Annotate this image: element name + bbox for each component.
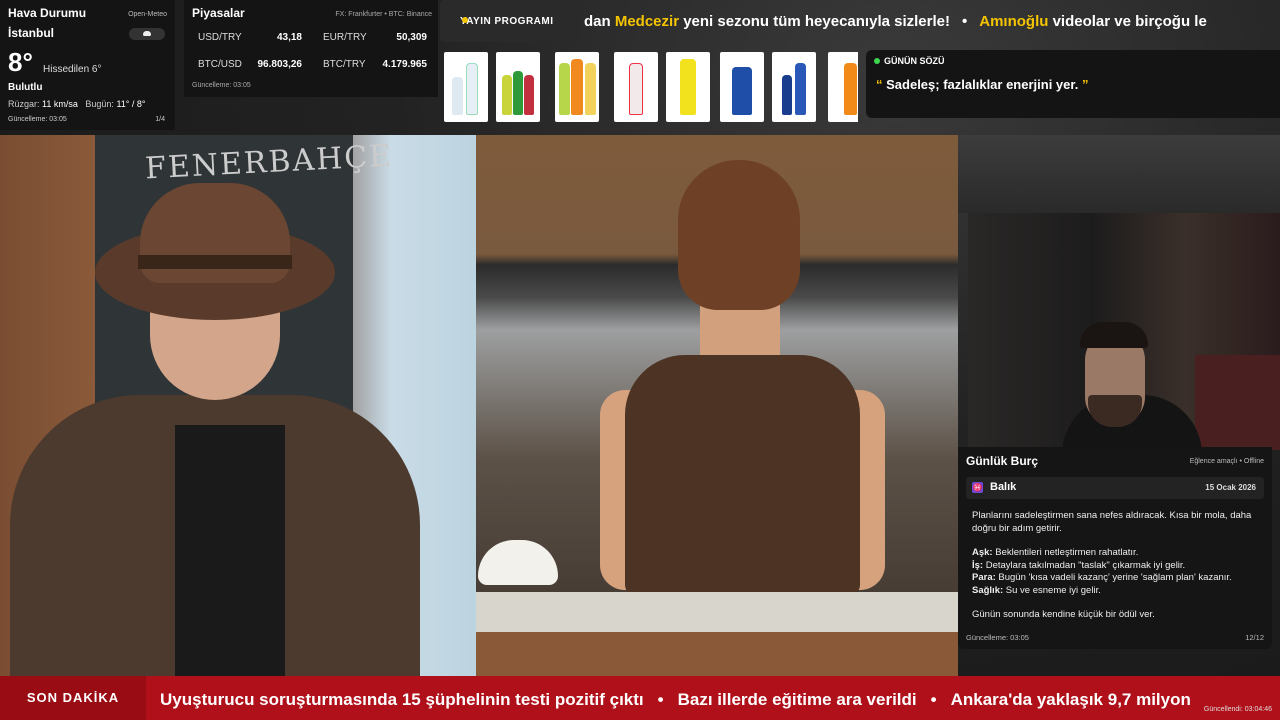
horoscope-body: Planlarını sadeleştirmen sana nefes aldı… (972, 510, 1262, 622)
news-item: Ankara'da yaklaşık 9,7 milyon (950, 690, 1191, 709)
product-bottle-image (614, 52, 658, 122)
weather-updated: Güncelleme: 03:05 (8, 116, 67, 123)
person-host-shirt (175, 425, 285, 676)
kitchen-counter-front (476, 632, 958, 676)
weather-feels-like: Hissedilen 6° (43, 64, 102, 75)
product-soda-image (496, 52, 540, 122)
weather-condition: Bulutlu (8, 82, 43, 93)
rate-usd-try: USD/TRY 43,18 (198, 32, 302, 43)
breaking-news-updated: Güncellendi: 03:04:46 (1203, 706, 1272, 713)
product-mineral-image (772, 52, 816, 122)
markets-updated: Güncelleme: 03:05 (192, 82, 251, 89)
cloud-icon (129, 28, 165, 40)
schedule-dot-icon (462, 17, 468, 23)
horoscope-sign: Balık (990, 481, 1017, 493)
horoscope-item-love: Aşk: Beklentileri netleştirmen rahatlatı… (972, 547, 1139, 558)
horoscope-sign-row: ♓ Balık 15 Ocak 2026 (966, 477, 1264, 499)
horoscope-page: 12/12 (1245, 633, 1264, 642)
sponsor-products (444, 52, 858, 122)
weather-wind: Rüzgar: 11 km/sa Bugün: 11° / 8° (8, 99, 146, 109)
webcam-background-chair (1195, 355, 1280, 450)
webcam-person-hair (1080, 322, 1148, 348)
weather-source: Open-Meteo (128, 11, 167, 18)
horoscope-widget: Günlük Burç Eğlence amaçlı • Offline ♓ B… (958, 447, 1272, 649)
weather-widget: Hava Durumu Open-Meteo İstanbul 8° Hisse… (0, 0, 175, 130)
news-item: Bazı illerde eğitime ara verildi (677, 690, 917, 709)
breaking-news-label: SON DAKİKA (0, 676, 146, 720)
person-woman-hair (678, 160, 800, 310)
horoscope-intro: Planlarını sadeleştirmen sana nefes aldı… (972, 510, 1252, 534)
pisces-icon: ♓ (972, 482, 983, 493)
product-water-image (444, 52, 488, 122)
horoscope-outro: Günün sonunda kendine küçük bir ödül ver… (972, 609, 1155, 620)
main-video[interactable]: FENERBAHÇE (0, 135, 958, 676)
breaking-news-ticker: Uyuşturucu soruşturmasında 15 şüphelinin… (160, 690, 1191, 709)
markets-source: FX: Frankfurter • BTC: Binance (335, 11, 432, 18)
rate-btc-try: BTC/TRY 4.179.965 (323, 59, 427, 70)
kitchen-counter (476, 592, 958, 632)
background-panel (958, 135, 1280, 213)
quote-widget: GÜNÜN SÖZÜ “ Sadeleş; fazlalıklar enerji… (866, 50, 1280, 118)
markets-widget: Piyasalar FX: Frankfurter • BTC: Binance… (184, 0, 438, 97)
horoscope-item-money: Para: Bugün 'kısa vadeli kazanç' yerine … (972, 572, 1232, 583)
rate-btc-usd: BTC/USD 96.803,26 (198, 59, 302, 70)
horoscope-item-work: İş: Detaylara takılmadan "taslak" çıkarm… (972, 559, 1186, 571)
weather-page: 1/4 (155, 116, 165, 123)
person-woman-top (625, 355, 860, 595)
weather-temp: 8° (8, 47, 33, 77)
horoscope-item-health: Sağlık: Su ve esneme iyi gelir. (972, 584, 1101, 596)
product-orange-image (828, 52, 858, 122)
horoscope-updated: Güncelleme: 03:05 (966, 633, 1029, 642)
breaking-news-bar: SON DAKİKA Uyuşturucu soruşturmasında 15… (0, 676, 1280, 720)
quote-label: GÜNÜN SÖZÜ (874, 56, 1272, 66)
horoscope-date: 15 Ocak 2026 (1205, 483, 1256, 492)
product-juice-image (555, 52, 599, 122)
rate-eur-try: EUR/TRY 50,309 (323, 32, 427, 43)
product-can-image (720, 52, 764, 122)
horoscope-mode: Eğlence amaçlı • Offline (1189, 458, 1264, 465)
hat-band (138, 255, 292, 269)
news-item: Uyuşturucu soruşturmasında 15 şüphelinin… (160, 690, 644, 709)
quote-text: “ Sadeleş; fazlalıklar enerjini yer. ” (876, 77, 1089, 92)
top-ticker: dan Medcezir yeni sezonu tüm heyecanıyla… (584, 13, 1207, 30)
product-lemonade-image (666, 52, 710, 122)
